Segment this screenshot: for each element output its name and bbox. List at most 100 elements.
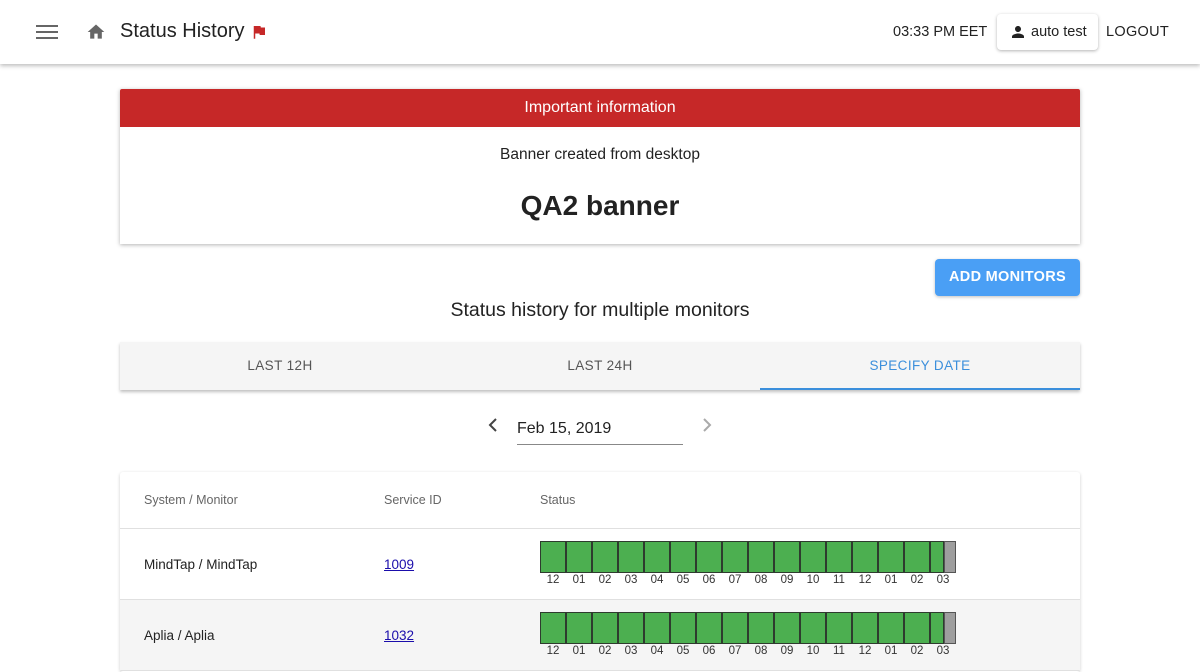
hour-label: 01 [572,574,586,586]
hour-label: 08 [754,574,768,586]
header-status: Status [540,493,576,507]
status-hour-bar[interactable] [592,541,618,573]
chevron-right-icon[interactable] [700,417,714,433]
status-hour-bar[interactable] [722,541,748,573]
hour-label: 03 [624,645,638,657]
status-hour-bar[interactable] [670,612,696,644]
logout-button[interactable]: LOGOUT [1106,24,1169,40]
hour-label: 03 [624,574,638,586]
hour-label: 12 [546,574,560,586]
system-monitor-cell: MindTap / MindTap [144,557,258,572]
status-hour-bar[interactable] [592,612,618,644]
table-header: System / Monitor Service ID Status [120,472,1080,529]
header-service-id: Service ID [384,493,442,507]
status-hour-bar[interactable] [774,541,800,573]
hour-label: 11 [833,574,845,586]
hour-label: 12 [858,574,872,586]
status-hour-bar[interactable] [566,612,592,644]
info-banner: Important information Banner created fro… [120,89,1080,244]
status-hour-bar[interactable] [748,541,774,573]
status-hour-bar[interactable] [722,612,748,644]
hour-label: 05 [676,645,690,657]
status-hour-bar[interactable] [826,612,852,644]
hour-label: 12 [858,645,872,657]
banner-heading: Important information [120,89,1080,127]
hour-label: 10 [806,574,820,586]
hour-label: 01 [884,645,898,657]
hour-label: 08 [754,645,768,657]
chevron-left-icon[interactable] [486,417,500,433]
date-input[interactable] [517,414,683,445]
user-name: auto test [1031,24,1087,40]
tab-specify-date[interactable]: SPECIFY DATE [760,342,1080,390]
home-icon[interactable] [86,22,106,42]
hour-label: 11 [833,645,845,657]
flag-icon [253,26,265,39]
hour-label: 03 [936,574,950,586]
status-hour-bar[interactable] [800,541,826,573]
status-hour-bar[interactable] [878,612,904,644]
hour-label: 12 [546,645,560,657]
hour-label: 09 [780,645,794,657]
table-row: MindTap / MindTap 1009 12 01 02 03 04 05 06 07 0… [120,529,1080,600]
status-hour-bar[interactable] [540,612,566,644]
section-title: Status history for multiple monitors [450,299,750,321]
status-bar-strip [540,612,956,644]
header-system: System / Monitor [144,493,238,507]
user-button[interactable]: auto test [997,14,1098,50]
system-monitor-cell: Aplia / Aplia [144,628,215,643]
status-hour-bar[interactable] [644,612,670,644]
time-range-tabs: LAST 12H LAST 24H SPECIFY DATE [120,342,1080,390]
status-hour-bar[interactable] [540,541,566,573]
hour-label: 06 [702,574,716,586]
table-row: Aplia / Aplia 1032 12 01 02 03 04 05 06 07 08 09 1… [120,600,1080,671]
person-icon [1012,26,1024,38]
status-table: System / Monitor Service ID Status MindT… [120,472,1080,672]
status-hour-bar[interactable] [904,541,930,573]
status-hour-bar[interactable] [696,541,722,573]
status-hour-bar[interactable] [618,541,644,573]
status-hour-bar[interactable] [930,612,944,644]
current-time: 03:33 PM EET [893,24,988,40]
status-pending-bar [944,541,956,573]
hour-label: 02 [910,574,924,586]
service-id-link[interactable]: 1032 [384,628,414,643]
page-title: Status History [120,20,245,42]
status-hour-bar[interactable] [566,541,592,573]
hour-label: 06 [702,645,716,657]
hour-label: 01 [572,645,586,657]
banner-subtitle: Banner created from desktop [500,146,700,163]
status-hour-bar[interactable] [644,541,670,573]
hour-label: 02 [598,574,612,586]
status-hour-bar[interactable] [826,541,852,573]
hour-label: 04 [650,645,664,657]
status-hour-bar[interactable] [878,541,904,573]
status-hour-bar[interactable] [852,541,878,573]
hour-label: 07 [728,574,742,586]
add-monitors-button[interactable]: ADD MONITORS [935,259,1080,296]
hour-label: 10 [806,645,820,657]
status-hour-bar[interactable] [904,612,930,644]
hour-label: 03 [936,645,950,657]
hour-label: 02 [910,645,924,657]
app-bar: Status History 03:33 PM EET auto test LO… [0,0,1200,64]
hour-label: 04 [650,574,664,586]
hour-label: 05 [676,574,690,586]
status-hour-bar[interactable] [748,612,774,644]
menu-icon[interactable] [36,22,58,42]
tab-last-24h[interactable]: LAST 24H [440,342,760,390]
status-hour-bar[interactable] [696,612,722,644]
status-bar-strip [540,541,956,573]
tab-last-12h[interactable]: LAST 12H [120,342,440,390]
banner-main-text: QA2 banner [520,190,680,221]
status-hour-bar[interactable] [618,612,644,644]
hour-labels: 12 01 02 03 04 05 06 07 08 09 10 11 12 01 02 03 [540,574,956,586]
hour-labels: 12 01 02 03 04 05 06 07 08 09 10 11 12 01 02 03 [540,645,956,657]
service-id-link[interactable]: 1009 [384,557,414,572]
status-hour-bar[interactable] [774,612,800,644]
status-hour-bar[interactable] [930,541,944,573]
status-hour-bar[interactable] [800,612,826,644]
status-hour-bar[interactable] [670,541,696,573]
status-hour-bar[interactable] [852,612,878,644]
hour-label: 07 [728,645,742,657]
